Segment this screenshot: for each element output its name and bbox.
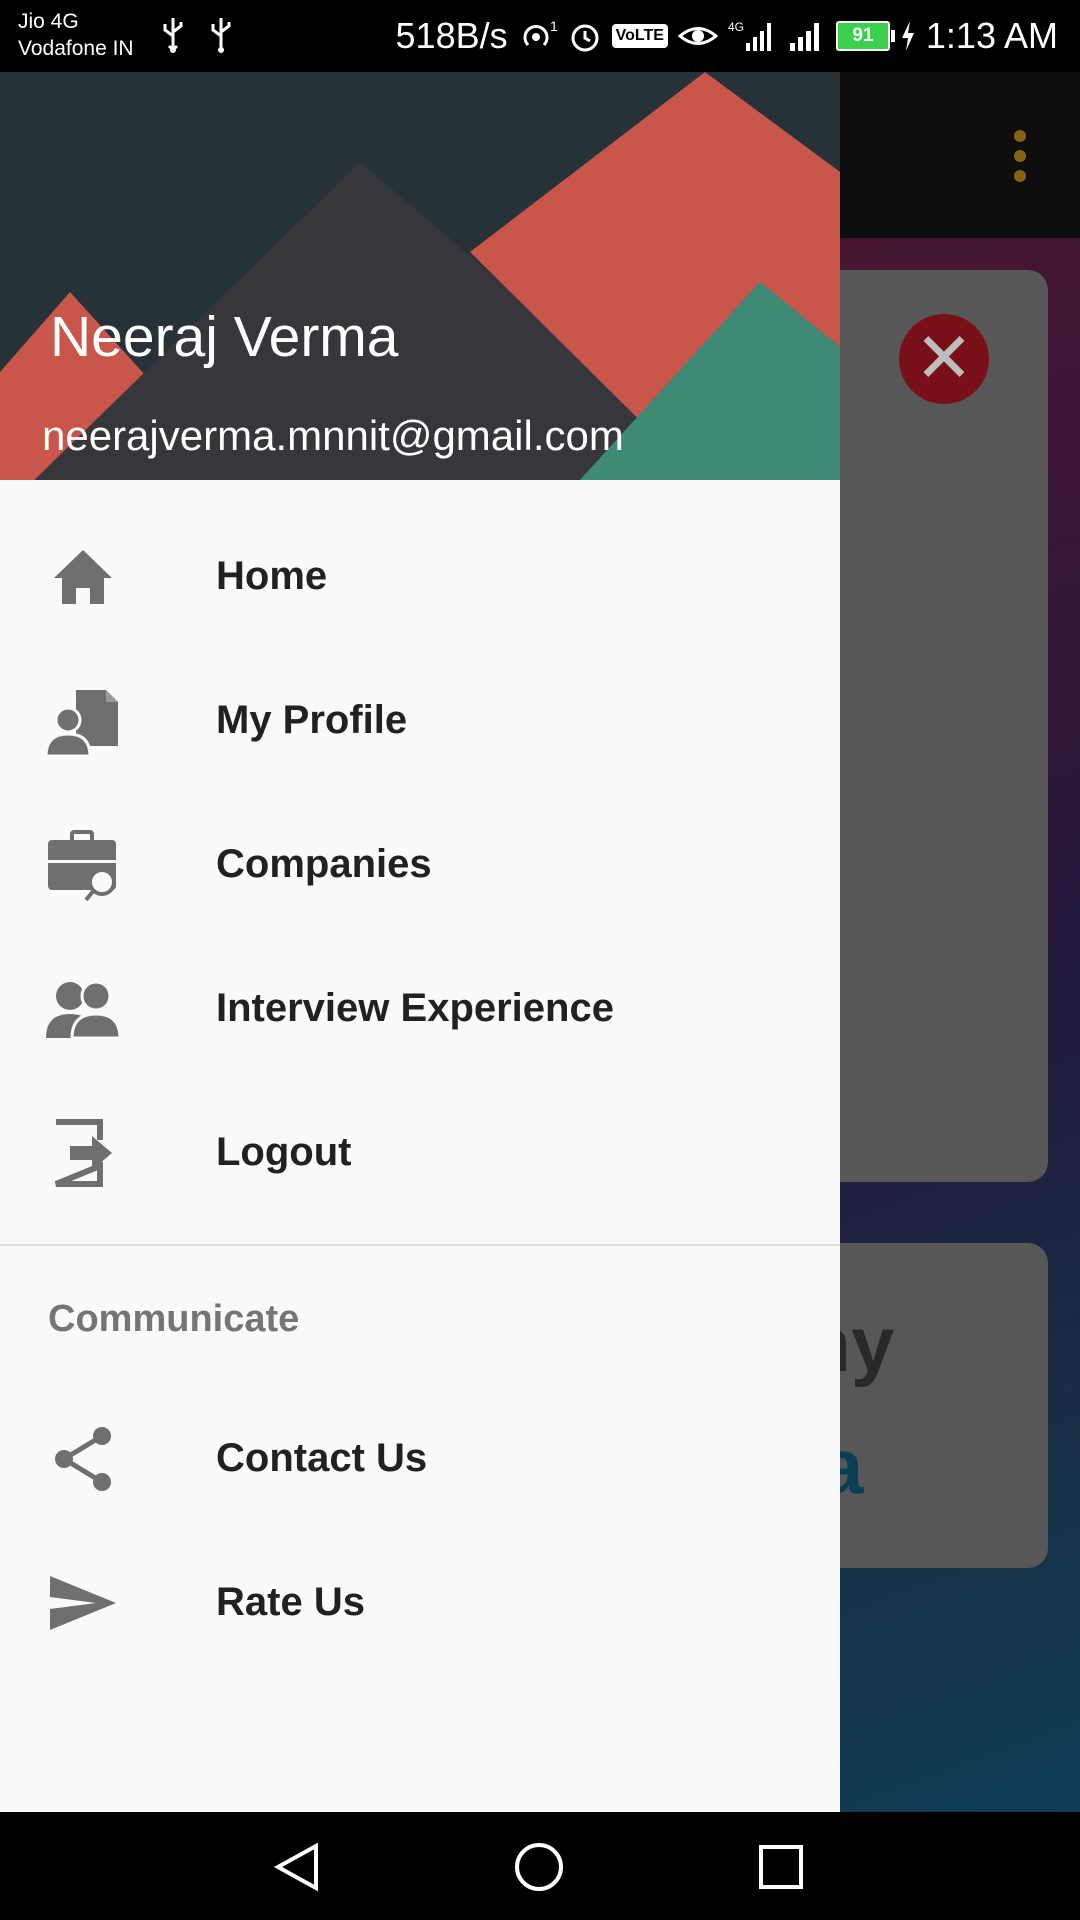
- menu-label-companies: Companies: [216, 841, 432, 886]
- user-name: Neeraj Verma: [50, 305, 399, 369]
- menu-item-home[interactable]: Home: [0, 504, 840, 648]
- share-icon: [55, 1427, 111, 1491]
- signal-icon: [789, 23, 819, 51]
- logout-icon: [54, 1119, 112, 1187]
- menu-item-contact-us[interactable]: Contact Us: [0, 1386, 840, 1530]
- interview-icon: [46, 980, 120, 1040]
- menu-label-rate-us: Rate Us: [216, 1579, 365, 1624]
- user-email: neerajverma.mnnit@gmail.com: [42, 412, 624, 459]
- battery-icon: 91: [835, 21, 895, 51]
- recents-icon[interactable]: [756, 1842, 806, 1892]
- menu-label-home: Home: [216, 553, 328, 598]
- usb-icon: [163, 18, 183, 53]
- navigation-drawer: Neeraj Verma neerajverma.mnnit@gmail.com…: [0, 72, 840, 1812]
- svg-text:1: 1: [550, 19, 558, 34]
- close-icon[interactable]: ✕: [899, 314, 989, 404]
- carrier-line-1: Jio 4G: [18, 10, 79, 33]
- companies-icon: [48, 830, 116, 902]
- signal-4g-icon: 4G: [728, 20, 771, 51]
- menu-item-rate-us[interactable]: Rate Us: [0, 1530, 840, 1674]
- menu-item-logout[interactable]: Logout: [0, 1080, 840, 1224]
- alarm-icon: [571, 24, 599, 52]
- section-communicate: Communicate: [0, 1246, 840, 1366]
- system-nav-bar: [0, 1812, 1080, 1920]
- volte-icon: VoLTE: [611, 24, 668, 48]
- home-icon: [54, 550, 112, 604]
- home-nav-icon[interactable]: [514, 1842, 564, 1892]
- usb-icon: [211, 18, 231, 53]
- send-icon: [50, 1576, 116, 1630]
- main-menu: Home My Profile Companies Interview Expe…: [0, 504, 840, 1224]
- charging-icon: [901, 21, 914, 51]
- eye-icon: [677, 27, 718, 45]
- menu-item-interview-experience[interactable]: Interview Experience: [0, 936, 840, 1080]
- menu-label-my-profile: My Profile: [216, 697, 408, 742]
- hotspot-icon: 1: [523, 19, 558, 47]
- menu-label-logout: Logout: [216, 1129, 352, 1174]
- status-indicators: 518B/s 1 VoLTE 4G 91 1:13 AM: [396, 0, 1058, 72]
- communicate-menu: Contact Us Rate Us: [0, 1386, 840, 1674]
- menu-label-interview-experience: Interview Experience: [216, 985, 614, 1030]
- profile-icon: [46, 690, 118, 758]
- section-title: Communicate: [48, 1298, 300, 1340]
- usb-icons: [160, 16, 234, 54]
- menu-label-contact-us: Contact Us: [216, 1435, 428, 1480]
- carrier-info: Jio 4G Vodafone IN: [18, 8, 134, 62]
- menu-item-my-profile[interactable]: My Profile: [0, 648, 840, 792]
- clock: 1:13 AM: [925, 15, 1058, 56]
- carrier-line-2: Vodafone IN: [18, 37, 134, 60]
- back-icon[interactable]: [272, 1842, 322, 1892]
- drawer-header: Neeraj Verma neerajverma.mnnit@gmail.com: [0, 72, 840, 480]
- menu-item-companies[interactable]: Companies: [0, 792, 840, 936]
- net-speed: 518B/s: [395, 15, 508, 56]
- status-bar: Jio 4G Vodafone IN 518B/s 1 VoLTE 4G 91 …: [0, 0, 1080, 72]
- svg-text:4G: 4G: [728, 20, 744, 34]
